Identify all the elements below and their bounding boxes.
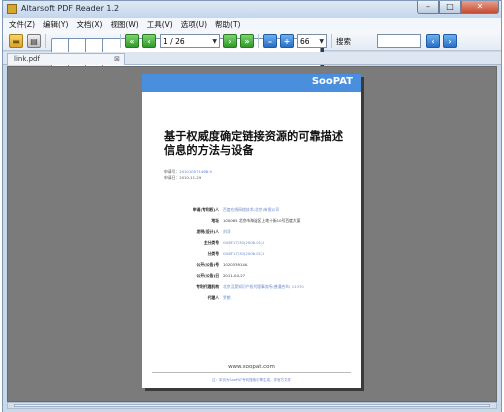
next-page-icon[interactable]: ›: [223, 34, 237, 48]
menu-document[interactable]: 文档(X): [76, 19, 102, 30]
toolbar-separator: [45, 34, 46, 48]
minimize-button[interactable]: –: [417, 1, 439, 14]
pdf-page: SooPAT 基于权威度确定链接资源的可靠描述信息的方法与设备 申请号：2010…: [142, 74, 361, 388]
menu-edit[interactable]: 编辑(Y): [43, 19, 68, 30]
scrollbar-thumb[interactable]: [14, 404, 490, 407]
menu-view[interactable]: 视图(W): [110, 19, 138, 30]
menu-help[interactable]: 帮助(T): [215, 19, 240, 30]
last-page-icon[interactable]: »: [240, 34, 254, 48]
field-value: 102033914A: [223, 262, 248, 267]
toolbar-separator: [331, 34, 332, 48]
close-button[interactable]: ✕: [461, 1, 499, 14]
field-label: 分类号: [207, 251, 219, 256]
window-controls: – □ ✕: [417, 1, 499, 14]
maximize-button[interactable]: □: [439, 1, 461, 14]
field-value: 百度在线网络技术(北京)有限公司: [223, 207, 280, 212]
search-input[interactable]: [377, 34, 421, 48]
meta-application-date: 申请日：2010-11-29: [164, 175, 201, 181]
window-title: Altarsoft PDF Reader 1.2: [21, 4, 120, 13]
document-tab-label: link.pdf: [14, 55, 40, 63]
zoom-in-icon[interactable]: +: [280, 34, 294, 48]
menu-bar: 文件(Z) 编辑(Y) 文档(X) 视图(W) 工具(V) 选项(U) 帮助(T…: [3, 18, 501, 31]
page-url: www.soopat.com: [228, 364, 275, 370]
document-tab[interactable]: link.pdf ⊠: [7, 53, 125, 65]
page-footer-note: 注：本页为SooPAT专利搜索引擎生成，非官方文件: [211, 378, 292, 382]
search-label: 搜索: [336, 37, 351, 46]
toolbar-separator: [258, 34, 259, 48]
menu-tools[interactable]: 工具(V): [147, 19, 173, 30]
field-value: 罗朗: [223, 295, 231, 300]
page-selector[interactable]: 1 / 26 ▼: [160, 34, 220, 48]
field-value: G06F17/30(2006.01)I: [223, 240, 264, 245]
meta-value: 201010571468.9: [179, 169, 212, 174]
field-value: 刘洋: [223, 229, 231, 234]
search-prev-icon[interactable]: ‹: [426, 34, 440, 48]
close-tab-icon[interactable]: ⊠: [114, 55, 120, 63]
field-value: 100085 北京市海淀区上地十街10号百度大厦: [223, 218, 301, 223]
field-label: 地址: [211, 218, 219, 223]
field-label: 专利代理机构: [196, 284, 219, 289]
brand-logo: SooPAT: [311, 76, 353, 87]
zoom-selector-value: 66: [300, 36, 310, 46]
field-value: 北京汉昊知识产权代理事务所(普通合伙) 11370: [223, 284, 304, 289]
first-page-icon[interactable]: «: [125, 34, 139, 48]
print-icon[interactable]: ▤: [27, 34, 41, 48]
open-folder-icon[interactable]: ▬: [9, 34, 23, 48]
menu-file[interactable]: 文件(Z): [9, 19, 35, 30]
document-tab-strip: link.pdf ⊠: [3, 52, 501, 65]
field-label: 公开(公告)日: [196, 273, 219, 278]
field-label: 发明(设计)人: [196, 229, 219, 234]
meta-label: 申请日：: [164, 175, 180, 180]
chevron-down-icon: ▼: [319, 37, 324, 45]
app-window: Altarsoft PDF Reader 1.2 – □ ✕ 文件(Z) 编辑(…: [2, 0, 502, 412]
title-bar: Altarsoft PDF Reader 1.2 – □ ✕: [3, 1, 501, 18]
chevron-down-icon: ▼: [212, 37, 217, 45]
footer-divider: [152, 372, 351, 373]
document-title: 基于权威度确定链接资源的可靠描述信息的方法与设备: [164, 130, 344, 157]
prev-page-icon[interactable]: ‹: [142, 34, 156, 48]
search-next-icon[interactable]: ›: [443, 34, 457, 48]
field-label: 申请(专利权)人: [192, 207, 219, 212]
meta-value: 2010-11-29: [179, 175, 202, 180]
field-label: 代理人: [207, 295, 219, 300]
field-label: 公开(公告)号: [196, 262, 219, 267]
zoom-selector[interactable]: 66 ▼: [297, 34, 327, 48]
field-label: 主分类号: [203, 240, 219, 245]
meta-label: 申请号：: [164, 169, 180, 174]
menu-options[interactable]: 选项(U): [181, 19, 207, 30]
horizontal-scrollbar[interactable]: [7, 402, 497, 409]
field-value: G06F17/30(2006.01)I: [223, 251, 264, 256]
toolbar-separator: [120, 34, 121, 48]
app-icon: [7, 4, 17, 14]
toolbar: ▬ ▤ ▯ ▯▯ ⊡ ⇲ « ‹ 1 / 26 ▼ › » – + 66 ▼ 搜…: [3, 31, 501, 352]
document-viewer[interactable]: SooPAT 基于权威度确定链接资源的可靠描述信息的方法与设备 申请号：2010…: [7, 66, 497, 402]
zoom-out-icon[interactable]: –: [263, 34, 277, 48]
field-value: 2011-04-27: [223, 273, 246, 278]
page-selector-value: 1 / 26: [163, 36, 185, 46]
page-header-band: SooPAT: [142, 74, 361, 92]
